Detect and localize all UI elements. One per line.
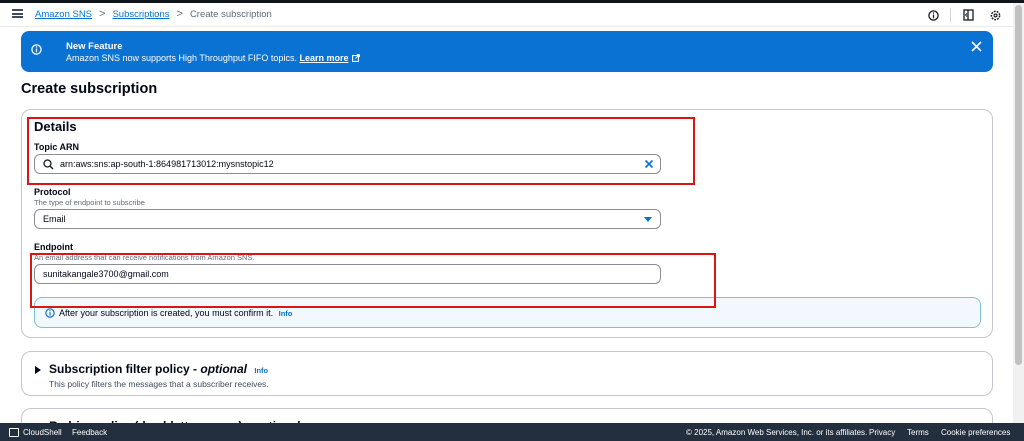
breadcrumb-sns[interactable]: Amazon SNS [35, 9, 92, 20]
protocol-select[interactable]: Email [34, 209, 661, 229]
cookie-preferences-link[interactable]: Cookie preferences [941, 428, 1010, 437]
copyright-text: © 2025, Amazon Web Services, Inc. or its… [686, 428, 868, 437]
chevron-right-icon: > [99, 8, 106, 20]
protocol-description: The type of endpoint to subscribe [34, 198, 145, 207]
breadcrumb-bar: Amazon SNS > Subscriptions > Create subs… [0, 3, 1013, 27]
privacy-link[interactable]: Privacy [869, 428, 895, 437]
external-link-icon [351, 54, 360, 62]
learn-more-link[interactable]: Learn more [299, 53, 348, 63]
info-circle-icon [31, 42, 42, 55]
filter-policy-title[interactable]: Subscription filter policy - optional In… [49, 362, 268, 376]
filter-policy-optional: optional [200, 362, 248, 376]
breadcrumb: Amazon SNS > Subscriptions > Create subs… [35, 8, 272, 21]
chevron-right-icon: > [176, 8, 183, 20]
flash-message-text: Amazon SNS now supports High Throughput … [66, 53, 297, 63]
filter-policy-title-text: Subscription filter policy - [49, 362, 198, 376]
hamburger-icon[interactable] [12, 9, 23, 18]
highlight-box-endpoint [30, 253, 716, 308]
flash-message: Amazon SNS now supports High Throughput … [66, 53, 360, 63]
header-divider [950, 8, 951, 22]
breadcrumb-current: Create subscription [189, 9, 272, 20]
scrollbar-thumb[interactable] [1015, 5, 1022, 365]
endpoint-label: Endpoint [34, 242, 73, 252]
page-title: Create subscription [21, 81, 158, 97]
gear-icon[interactable] [989, 9, 1001, 21]
cloudshell-button[interactable]: CloudShell [23, 428, 62, 437]
filter-policy-info-link[interactable]: Info [254, 366, 268, 375]
breadcrumb-subscriptions[interactable]: Subscriptions [112, 9, 169, 20]
close-icon[interactable] [971, 39, 982, 52]
feedback-button[interactable]: Feedback [72, 428, 107, 437]
caret-down-icon [644, 217, 652, 222]
filter-policy-section[interactable]: Subscription filter policy - optional In… [21, 351, 993, 396]
flash-title: New Feature [66, 41, 123, 52]
protocol-label: Protocol [34, 187, 71, 197]
terms-link[interactable]: Terms [907, 428, 929, 437]
alert-text: After your subscription is created, you … [59, 308, 274, 318]
panel-toggle-icon[interactable] [962, 9, 974, 21]
feature-flash-banner: New Feature Amazon SNS now supports High… [21, 31, 993, 72]
cloudshell-icon[interactable] [9, 428, 19, 437]
info-circle-icon [45, 308, 55, 318]
page-scrollbar[interactable] [1013, 3, 1024, 423]
filter-policy-description: This policy filters the messages that a … [49, 379, 269, 389]
caret-right-icon[interactable] [35, 366, 41, 374]
protocol-selected-value: Email [43, 214, 66, 224]
highlight-box-topic-arn [27, 117, 695, 185]
alert-info-link[interactable]: Info [279, 309, 293, 318]
alert-message: After your subscription is created, you … [59, 308, 292, 318]
console-footer: CloudShell Feedback © 2025, Amazon Web S… [0, 423, 1024, 441]
info-circle-icon[interactable] [927, 9, 939, 21]
